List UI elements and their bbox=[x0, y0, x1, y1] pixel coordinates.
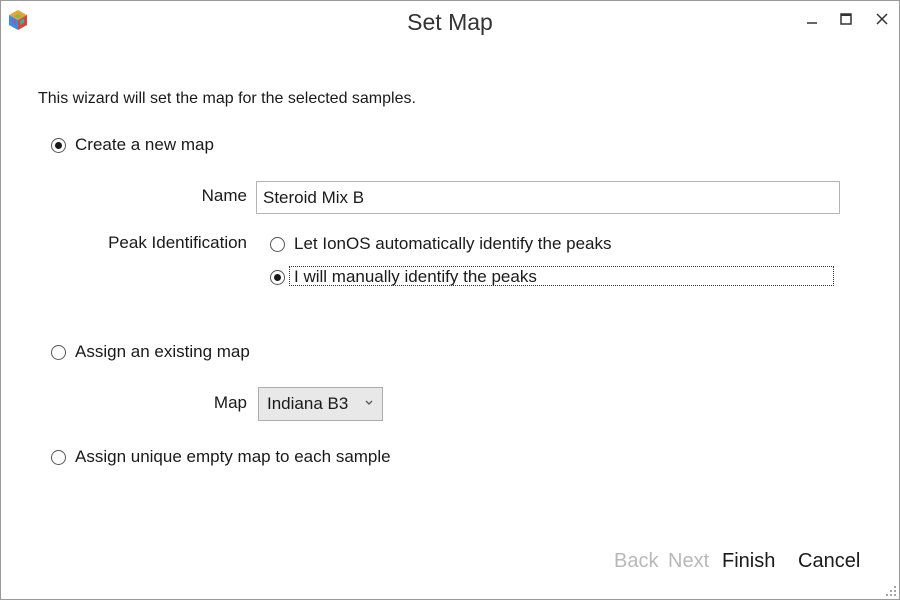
peak-identification-label: Peak Identification bbox=[108, 233, 247, 252]
peak-auto-label: Let IonOS automatically identify the pea… bbox=[294, 234, 612, 253]
create-new-map-radio[interactable] bbox=[51, 137, 66, 153]
set-map-dialog: Set Map This wizard will set the map for… bbox=[0, 0, 900, 600]
map-select-value: Indiana B3 bbox=[267, 394, 349, 413]
maximize-button[interactable] bbox=[833, 7, 859, 31]
peak-manual-radio[interactable] bbox=[270, 269, 285, 285]
assign-existing-map-label: Assign an existing map bbox=[75, 342, 250, 361]
close-icon bbox=[876, 13, 888, 25]
assign-existing-map-radio[interactable] bbox=[51, 344, 66, 360]
finish-button[interactable]: Finish bbox=[722, 550, 775, 573]
back-button[interactable]: Back bbox=[614, 550, 658, 573]
create-new-map-label: Create a new map bbox=[75, 135, 214, 154]
window-title: Set Map bbox=[407, 9, 493, 35]
create-new-map-option[interactable]: Create a new map bbox=[51, 135, 214, 155]
map-name-input[interactable] bbox=[256, 181, 840, 214]
assign-existing-map-option[interactable]: Assign an existing map bbox=[51, 342, 250, 362]
minimize-button[interactable] bbox=[799, 7, 825, 31]
resize-grip-icon[interactable] bbox=[883, 583, 897, 597]
assign-unique-map-option[interactable]: Assign unique empty map to each sample bbox=[51, 447, 391, 467]
map-label: Map bbox=[213, 393, 247, 412]
intro-text: This wizard will set the map for the sel… bbox=[38, 90, 416, 107]
name-label: Name bbox=[201, 186, 247, 205]
minimize-icon bbox=[807, 22, 817, 24]
map-select[interactable]: Indiana B3 bbox=[258, 387, 383, 421]
assign-unique-map-radio[interactable] bbox=[51, 449, 66, 465]
peak-manual-label: I will manually identify the peaks bbox=[294, 267, 537, 286]
assign-unique-map-label: Assign unique empty map to each sample bbox=[75, 447, 391, 466]
peak-manual-option[interactable]: I will manually identify the peaks bbox=[270, 267, 537, 287]
peak-auto-option[interactable]: Let IonOS automatically identify the pea… bbox=[270, 234, 612, 254]
peak-auto-radio[interactable] bbox=[270, 236, 285, 252]
chevron-down-icon bbox=[365, 400, 373, 405]
next-button[interactable]: Next bbox=[668, 550, 709, 573]
maximize-icon bbox=[840, 13, 852, 25]
cancel-button[interactable]: Cancel bbox=[798, 550, 860, 573]
close-button[interactable] bbox=[869, 7, 895, 31]
